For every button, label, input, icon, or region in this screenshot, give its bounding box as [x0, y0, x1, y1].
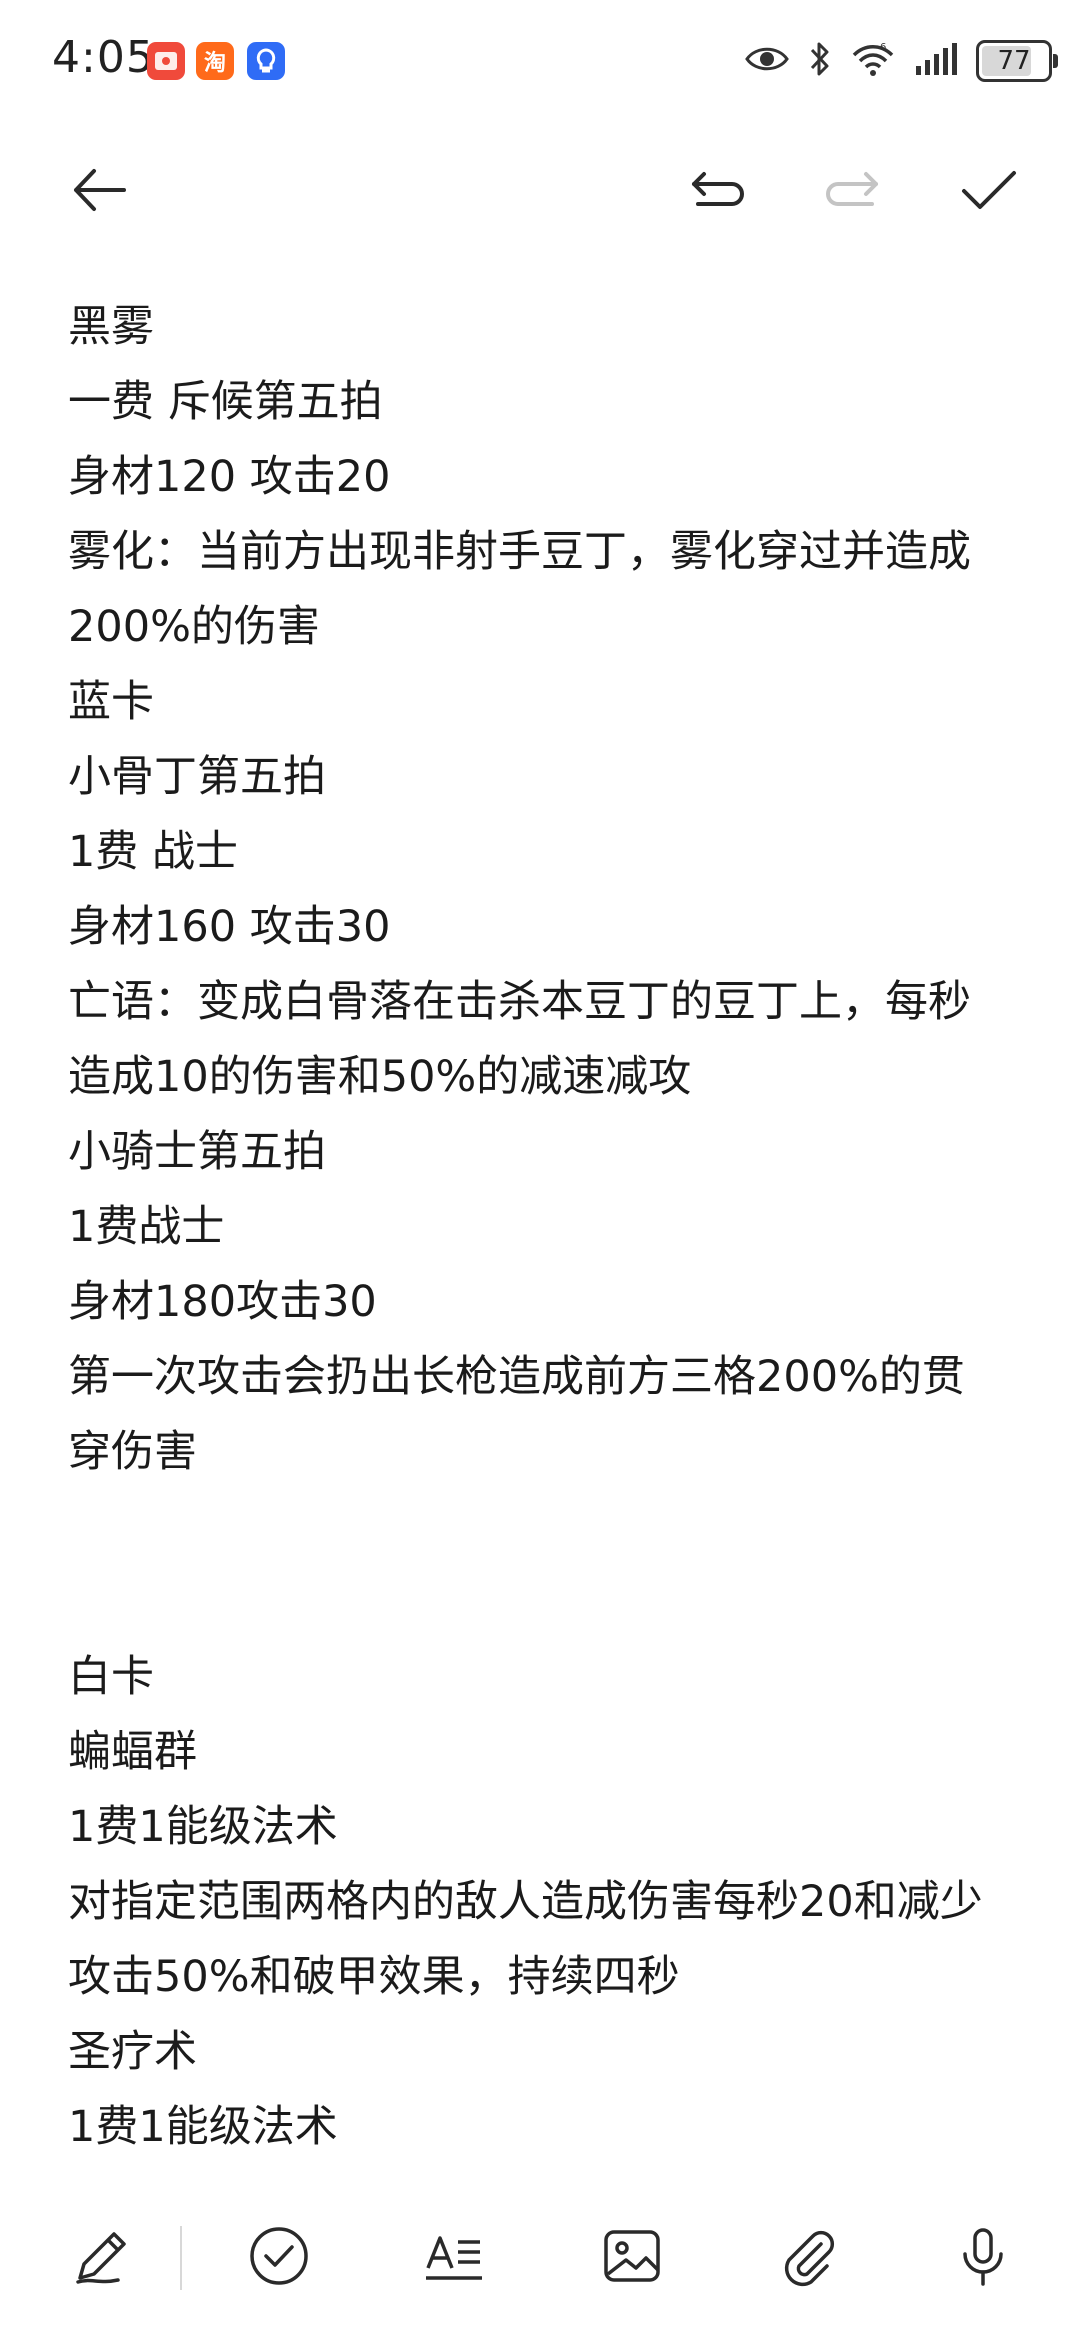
text-format-button[interactable] — [418, 2220, 490, 2292]
note-editor[interactable]: 黑雾 一费 斥候第五拍 身材120 攻击20 雾化：当前方出现非射手豆丁，雾化穿… — [68, 290, 1028, 2165]
app-badge-red-icon — [147, 42, 185, 80]
redo-icon — [826, 172, 878, 206]
done-button[interactable] — [948, 150, 1028, 230]
note-line: 第一次攻击会扔出长枪造成前方三格200%的贯 — [68, 1352, 965, 1402]
note-line: 蓝卡 — [68, 677, 154, 727]
bluetooth-icon — [808, 39, 832, 83]
note-line: 身材120 攻击20 — [68, 452, 391, 502]
note-line: 圣疗术 — [68, 2027, 197, 2077]
svg-text:6: 6 — [880, 42, 886, 53]
checklist-icon — [250, 2227, 308, 2285]
note-line: 小骨丁第五拍 — [68, 752, 326, 802]
note-line: 身材180攻击30 — [68, 1277, 377, 1327]
note-line: 1费1能级法术 — [68, 1802, 338, 1852]
back-button[interactable] — [60, 150, 140, 230]
note-line-empty — [68, 1490, 1028, 1565]
blue-app-icon — [247, 42, 285, 80]
battery-level-text: 77 — [997, 46, 1031, 76]
note-line: 亡语：变成白骨落在击杀本豆丁的豆丁上，每秒 — [68, 977, 971, 1027]
note-line: 1费1能级法术 — [68, 2102, 338, 2152]
note-line: 1费 战士 — [68, 827, 239, 877]
status-bar: 4:05 淘 6 77 — [0, 0, 1080, 125]
microphone-icon — [963, 2228, 1003, 2286]
taobao-badge-glyph: 淘 — [203, 51, 226, 76]
undo-icon — [692, 172, 744, 206]
redo-button[interactable] — [812, 150, 892, 230]
note-line: 黑雾 — [68, 302, 154, 352]
pen-button[interactable] — [66, 2220, 138, 2292]
microphone-button[interactable] — [947, 2220, 1019, 2292]
note-line: 身材160 攻击30 — [68, 902, 391, 952]
note-toolbar — [0, 140, 1080, 240]
note-line: 蝙蝠群 — [68, 1727, 197, 1777]
note-line: 一费 斥候第五拍 — [68, 377, 383, 427]
image-icon — [604, 2230, 660, 2282]
attachment-button[interactable] — [771, 2220, 843, 2292]
note-line-empty — [68, 1565, 1028, 1640]
note-line: 白卡 — [68, 1652, 154, 1702]
taobao-app-icon: 淘 — [196, 42, 234, 80]
status-time: 4:05 — [52, 32, 155, 83]
checklist-button[interactable] — [243, 2220, 315, 2292]
pen-icon — [76, 2232, 126, 2284]
note-line: 1费战士 — [68, 1202, 225, 1252]
toolbar-divider — [180, 2226, 182, 2290]
undo-button[interactable] — [678, 150, 758, 230]
note-line: 穿伤害 — [68, 1427, 197, 1477]
arrow-left-icon — [74, 169, 126, 211]
text-format-icon — [426, 2236, 482, 2280]
image-button[interactable] — [596, 2220, 668, 2292]
note-line: 200%的伤害 — [68, 602, 320, 652]
note-line: 造成10的伤害和50%的减速减攻 — [68, 1052, 692, 1102]
note-line: 攻击50%和破甲效果，持续四秒 — [68, 1952, 680, 2002]
note-line: 小骑士第五拍 — [68, 1127, 326, 1177]
signal-icon — [914, 42, 958, 80]
check-icon — [962, 171, 1016, 209]
battery-icon: 77 — [976, 40, 1058, 82]
attachment-icon — [784, 2230, 835, 2287]
bottom-toolbar — [0, 2200, 1080, 2310]
note-line: 雾化：当前方出现非射手豆丁，雾化穿过并造成 — [68, 527, 971, 577]
eye-icon — [744, 43, 790, 79]
wifi-6-icon: 6 — [850, 40, 896, 82]
note-line: 对指定范围两格内的敌人造成伤害每秒20和减少 — [68, 1877, 983, 1927]
status-icons: 6 77 — [744, 38, 1058, 84]
